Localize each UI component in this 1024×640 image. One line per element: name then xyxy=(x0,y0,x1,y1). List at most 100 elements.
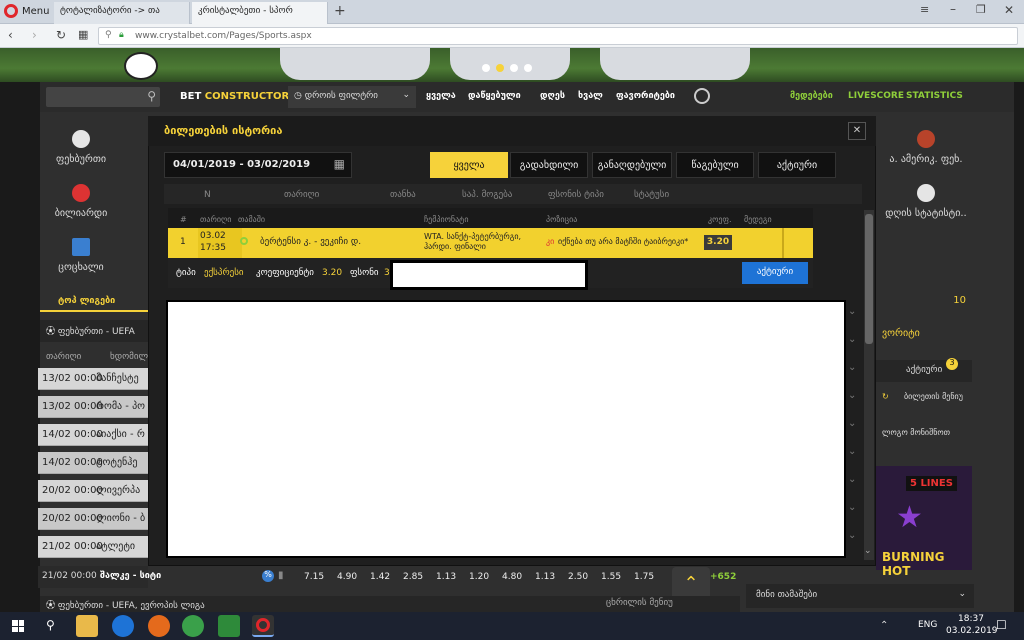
modal-scrollbar[interactable]: ⌄ xyxy=(864,210,874,560)
table-row[interactable]: 13/02 00:00 რომა - პო xyxy=(38,396,156,418)
more-odds-link[interactable]: +652 xyxy=(710,572,736,582)
odds-cell[interactable]: 1.42 xyxy=(370,572,390,582)
tab-started[interactable]: დაწყებული xyxy=(468,91,521,101)
close-icon[interactable]: ✕ xyxy=(848,122,866,140)
opera-taskbar-icon[interactable] xyxy=(252,615,274,637)
globe-icon[interactable] xyxy=(694,88,710,104)
chevron-down-icon[interactable]: ⌄ xyxy=(848,474,856,485)
table-row[interactable]: 14/02 00:00 ტოტენჰე xyxy=(38,452,156,474)
table-row[interactable]: 13/02 00:00 მანჩესტე xyxy=(38,368,156,390)
results-link[interactable]: მედებები xyxy=(790,91,833,101)
chevron-down-icon[interactable]: ⌄ xyxy=(848,446,856,457)
odds-cell[interactable]: 1.75 xyxy=(634,572,654,582)
tab-tomorrow[interactable]: ხვალ xyxy=(578,91,603,101)
maximize-icon[interactable]: ❐ xyxy=(976,3,986,16)
slot-promo-banner[interactable]: 5 LINES ★ BURNING HOT xyxy=(876,466,972,578)
forward-icon[interactable]: › xyxy=(32,28,37,42)
table-row[interactable]: 20/02 00:00 ლიონი - ბ xyxy=(38,508,156,530)
odds-cell[interactable]: 1.55 xyxy=(601,572,621,582)
bet-constructor-link[interactable]: BET CONSTRUCTOR xyxy=(180,91,289,102)
chevron-down-icon[interactable]: ⌄ xyxy=(848,390,856,401)
sport-daily-stats[interactable]: დღის სტატისტი.. xyxy=(876,176,976,232)
speed-dial-icon[interactable]: ▦ xyxy=(78,28,88,41)
mini-games-header[interactable]: მინი თამაშები ⌄ xyxy=(746,584,974,608)
odds-cell[interactable]: 7.15 xyxy=(304,572,324,582)
odds-cell[interactable]: 2.85 xyxy=(403,572,423,582)
top-leagues-tab[interactable]: ტოპ ლიგები xyxy=(40,292,150,312)
search-icon[interactable]: ⚲ xyxy=(147,89,156,103)
odds-cell[interactable]: 1.13 xyxy=(436,572,456,582)
firefox-icon[interactable] xyxy=(148,615,170,637)
clock-time[interactable]: 18:37 xyxy=(958,614,984,624)
odds-cell[interactable]: 2.50 xyxy=(568,572,588,582)
league-footer[interactable]: ⚽︎ ფეხბურთი - UEFA, ევროპის ლიგა ცხრილის… xyxy=(40,596,740,612)
bar-chart-icon[interactable]: ▮ xyxy=(278,570,284,581)
tab-all[interactable]: ყველა xyxy=(426,91,456,101)
ticket-menu-link[interactable]: ↻ ბილეთის მენიუ xyxy=(876,388,972,412)
carousel-dot[interactable] xyxy=(524,64,532,72)
edge-icon[interactable] xyxy=(112,615,134,637)
time-filter-select[interactable]: ◷ დროის ფილტრი ⌄ xyxy=(288,86,416,108)
browser-tab-active[interactable]: კრისტალბეთი - სპორ xyxy=(192,2,328,24)
chevron-down-icon[interactable]: ⌄ xyxy=(848,418,856,429)
search-icon[interactable]: ⚲ xyxy=(46,618,55,632)
tab-list-icon[interactable]: ≡ xyxy=(920,3,929,16)
sport-american-football[interactable]: ა. ამერიკ. ფეხ. xyxy=(876,122,976,178)
status-button[interactable]: აქტიური xyxy=(742,262,808,284)
sport-live[interactable]: ცოცხალი xyxy=(26,230,136,286)
carousel-dot[interactable] xyxy=(496,64,504,72)
windows-start-icon[interactable] xyxy=(12,620,24,632)
chrome-icon[interactable] xyxy=(182,615,204,637)
table-menu-label[interactable]: ცხრილის მენიუ xyxy=(606,598,673,608)
notification-icon[interactable]: ☐ xyxy=(996,618,1007,632)
favorites-label[interactable]: ვორიტი xyxy=(876,324,972,346)
league-header[interactable]: ⚽︎ ფეხბურთი - UEFA xyxy=(40,320,150,342)
chevron-down-icon[interactable]: ⌄ xyxy=(848,306,856,317)
chevron-down-icon[interactable]: ⌄ xyxy=(848,530,856,541)
filter-button[interactable]: განაღდებული xyxy=(592,152,672,178)
odds-cell[interactable]: 1.13 xyxy=(535,572,555,582)
filter-button[interactable]: გადახდილი xyxy=(510,152,588,178)
back-icon[interactable]: ‹ xyxy=(8,28,13,42)
site-search-input[interactable]: ⚲ xyxy=(46,87,160,107)
bet-row[interactable]: 1 03.02 17:35 ბერტენსი კ. - ვეკიჩი დ. WT… xyxy=(168,228,813,258)
tab-today[interactable]: დღეს xyxy=(540,91,565,101)
chevron-down-icon[interactable]: ⌄ xyxy=(848,334,856,345)
opera-logo-icon[interactable] xyxy=(4,4,18,18)
reload-icon[interactable]: ↻ xyxy=(56,28,66,42)
clock-date[interactable]: 03.02.2019 xyxy=(946,626,998,636)
stats-icon[interactable]: % xyxy=(262,570,274,582)
new-tab-icon[interactable]: + xyxy=(334,3,346,19)
odds-cell[interactable]: 4.90 xyxy=(337,572,357,582)
scrollbar-thumb[interactable] xyxy=(865,214,873,344)
url-field[interactable]: ⚲ 🔒︎ www.crystalbet.com/Pages/Sports.asp… xyxy=(98,27,1018,45)
table-row[interactable]: 21/02 00:00 ატლეტი xyxy=(38,536,156,558)
close-window-icon[interactable]: ✕ xyxy=(1004,3,1014,17)
filter-button[interactable]: აქტიური xyxy=(758,152,836,178)
carousel-dot[interactable] xyxy=(482,64,490,72)
excel-icon[interactable] xyxy=(218,615,240,637)
tab-favorites[interactable]: ფავორიტები xyxy=(616,91,675,101)
chevron-down-icon[interactable]: ⌄ xyxy=(848,362,856,373)
scroll-down-icon[interactable]: ⌄ xyxy=(864,546,872,556)
browser-tab[interactable]: ტოტალიზატორი -> თა xyxy=(54,2,190,24)
minimize-icon[interactable]: – xyxy=(950,2,956,16)
filter-button[interactable]: ყველა xyxy=(430,152,508,178)
browser-menu-button[interactable]: Menu xyxy=(22,6,49,17)
livescore-link[interactable]: LIVESCORE xyxy=(848,91,904,101)
sport-billiards[interactable]: ბილიარდი xyxy=(26,176,136,232)
filter-button[interactable]: წაგებული xyxy=(676,152,754,178)
row-event[interactable]: შალკე - სიტი xyxy=(100,571,161,581)
sport-football[interactable]: ფეხბურთი xyxy=(26,122,136,178)
table-row[interactable]: 20/02 00:00 ლივერპა xyxy=(38,480,156,502)
odds-cell[interactable]: 1.20 xyxy=(469,572,489,582)
file-explorer-icon[interactable] xyxy=(76,615,98,637)
odds-cell[interactable]: 4.80 xyxy=(502,572,522,582)
date-range-input[interactable]: 04/01/2019 - 03/02/2019 ▦ xyxy=(164,152,352,178)
chevron-down-icon[interactable]: ⌄ xyxy=(848,502,856,513)
statistics-link[interactable]: STATISTICS xyxy=(906,91,963,101)
carousel-dot[interactable] xyxy=(510,64,518,72)
tray-up-icon[interactable]: ⌃ xyxy=(880,620,888,631)
table-row[interactable]: 14/02 00:00 აიაქსი - რ xyxy=(38,424,156,446)
language-indicator[interactable]: ENG xyxy=(918,620,937,630)
